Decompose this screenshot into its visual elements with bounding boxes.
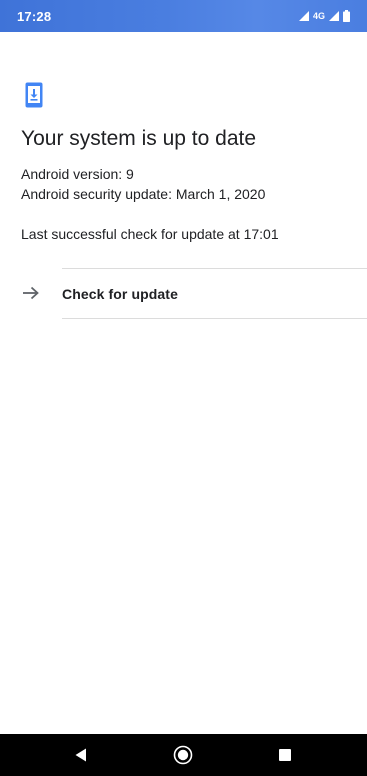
- update-screen: Your system is up to date Android versio…: [0, 32, 367, 734]
- home-icon: [173, 745, 193, 765]
- recents-icon: [279, 749, 291, 761]
- signal-icon: [329, 11, 339, 21]
- android-version-text: Android version: 9: [21, 166, 134, 182]
- divider: [62, 318, 367, 319]
- battery-icon: [343, 10, 350, 22]
- check-for-update-button[interactable]: Check for update: [0, 269, 367, 318]
- arrow-right-icon: [23, 286, 39, 300]
- page-title: Your system is up to date: [21, 127, 257, 150]
- navigation-bar: [0, 734, 367, 776]
- recents-button[interactable]: [274, 744, 296, 766]
- back-icon: [75, 748, 86, 762]
- phone-update-icon: [25, 82, 43, 108]
- check-for-update-label: Check for update: [62, 286, 178, 302]
- security-update-text: Android security update: March 1, 2020: [21, 186, 266, 202]
- status-time: 17:28: [17, 9, 52, 24]
- back-button[interactable]: [70, 744, 92, 766]
- last-check-text: Last successful check for update at 17:0…: [21, 226, 279, 242]
- status-icons: 4G: [298, 9, 350, 23]
- home-button[interactable]: [172, 744, 194, 766]
- status-bar: 17:28 4G: [0, 0, 367, 32]
- network-4g-label: 4G: [312, 11, 325, 21]
- signal-icon: [298, 11, 309, 21]
